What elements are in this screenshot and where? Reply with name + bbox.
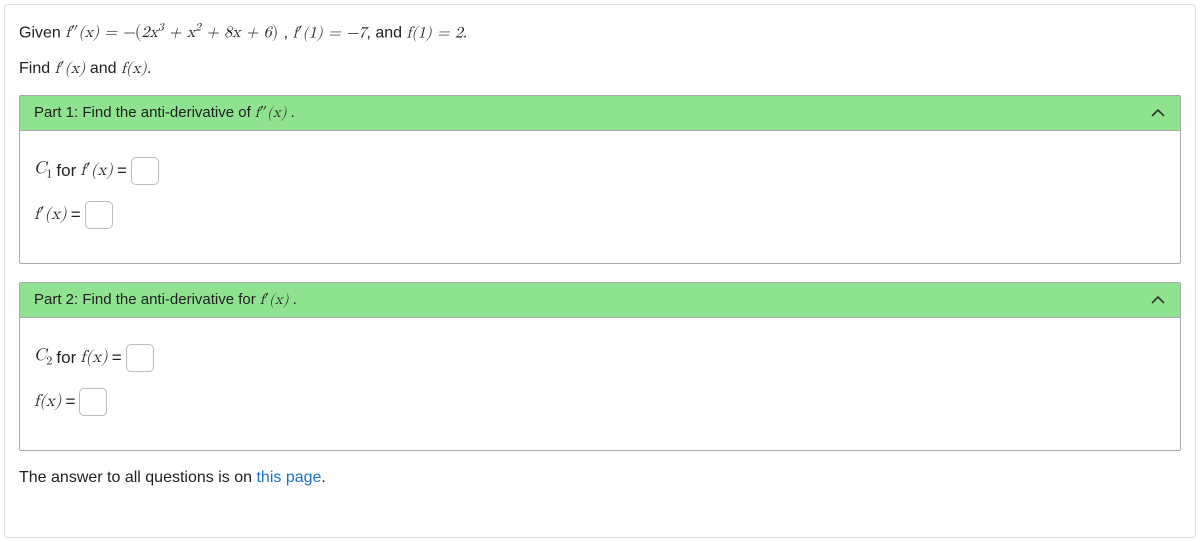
part1-header[interactable]: Part 1: Find the anti-derivative of f″(x… xyxy=(20,96,1180,131)
find-f: f(x) xyxy=(121,61,147,77)
chevron-up-icon xyxy=(1150,105,1166,121)
c1-eq: = xyxy=(117,161,127,181)
footer-suffix: . xyxy=(321,469,325,486)
c1-input[interactable] xyxy=(131,157,159,185)
chevron-up-icon xyxy=(1150,292,1166,308)
find-suffix: . xyxy=(147,60,151,77)
part1-header-prefix: Part 1: Find the anti-derivative of xyxy=(34,104,251,121)
part1-panel: Part 1: Find the anti-derivative of f″(x… xyxy=(19,95,1181,264)
f-input[interactable] xyxy=(79,388,107,416)
footer-text: The answer to all questions is on xyxy=(19,469,256,486)
part1-header-suffix: . xyxy=(291,104,295,121)
part2-c2-row: C2 for f(x) = xyxy=(34,344,1166,372)
given-prefix: Given xyxy=(19,24,65,41)
footer-note: The answer to all questions is on this p… xyxy=(19,469,1181,487)
find-statement: Find f′(x) and f(x). xyxy=(19,60,1181,79)
part1-c1-row: C1 for f′(x) = xyxy=(34,157,1166,185)
sep1: , xyxy=(284,24,293,41)
c2-eq: = xyxy=(112,348,122,368)
given-cond1: f′(1) = −7 xyxy=(293,25,367,41)
part2-f-row: f(x) = xyxy=(34,388,1166,416)
find-and: and xyxy=(90,60,121,77)
fprime-eq: = xyxy=(71,205,81,225)
fprime-input[interactable] xyxy=(85,201,113,229)
c1-fn: f′(x) xyxy=(80,161,113,181)
part2-header-text: Part 2: Find the anti-derivative for f′(… xyxy=(34,291,297,309)
c2-label: C2 xyxy=(34,346,52,368)
part1-header-fn: f″(x) xyxy=(255,104,287,122)
c2-fn: f(x) xyxy=(80,348,107,368)
find-fprime: f′(x) xyxy=(55,61,86,77)
sep2: , and xyxy=(366,24,406,41)
find-prefix: Find xyxy=(19,60,55,77)
given-suffix: . xyxy=(463,24,467,41)
c1-label: C1 xyxy=(34,159,52,181)
c2-input[interactable] xyxy=(126,344,154,372)
part2-header-fn: f′(x) xyxy=(260,291,289,309)
part1-fprime-row: f′(x) = xyxy=(34,201,1166,229)
answers-link[interactable]: this page xyxy=(256,469,321,486)
part2-header-suffix: . xyxy=(293,291,297,308)
c2-for: for xyxy=(56,348,76,368)
part1-header-text: Part 1: Find the anti-derivative of f″(x… xyxy=(34,104,295,122)
given-statement: Given f″(x) = −(2x3 + x2 + 8x + 6) , f′(… xyxy=(19,21,1181,46)
c1-for: for xyxy=(56,161,76,181)
fprime-label: f′(x) xyxy=(34,205,67,225)
part2-panel: Part 2: Find the anti-derivative for f′(… xyxy=(19,282,1181,451)
part2-body: C2 for f(x) = f(x) = xyxy=(20,318,1180,450)
part1-body: C1 for f′(x) = f′(x) = xyxy=(20,131,1180,263)
given-cond2: f(1) = 2 xyxy=(406,25,462,41)
part2-header-prefix: Part 2: Find the anti-derivative for xyxy=(34,291,256,308)
f-eq: = xyxy=(65,392,75,412)
part2-header[interactable]: Part 2: Find the anti-derivative for f′(… xyxy=(20,283,1180,318)
f-label: f(x) xyxy=(34,392,61,412)
problem-container: Given f″(x) = −(2x3 + x2 + 8x + 6) , f′(… xyxy=(4,4,1196,538)
given-equation: f″(x) = −(2x3 + x2 + 8x + 6) xyxy=(65,25,283,41)
